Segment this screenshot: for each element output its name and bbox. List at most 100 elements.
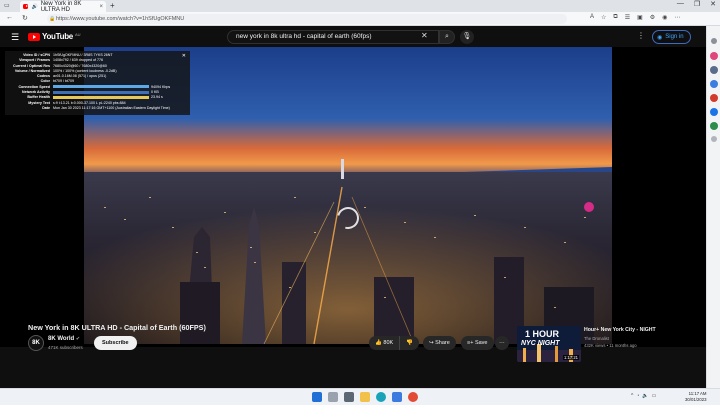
thumbs-up-icon: 👍 (375, 340, 382, 346)
read-aloud-icon[interactable]: A (590, 14, 594, 21)
wifi-icon[interactable]: ◔ (636, 393, 639, 399)
connection-speed-bar (53, 85, 149, 89)
taskbar-clock[interactable]: 11:17 AM 30/01/2023 (685, 391, 707, 403)
like-button[interactable]: 👍 80K (369, 336, 401, 350)
collections-icon[interactable]: ▣ (637, 14, 643, 21)
more-actions-icon[interactable]: ⋯ (495, 336, 509, 350)
system-tray: ^ ◔ 🔈 ▭ (631, 393, 656, 399)
logo-text: YouTube (42, 32, 73, 41)
tools-icon[interactable] (710, 66, 718, 74)
channel-avatar[interactable]: 8K (28, 335, 44, 351)
subscribe-button[interactable]: Subscribe (94, 336, 137, 350)
new-tab-button[interactable]: + (110, 1, 115, 10)
add-sidebar-icon[interactable] (711, 136, 717, 142)
recommended-channel[interactable]: The Dronalist (584, 336, 609, 341)
like-dislike-group: 👍 80K 👎 (369, 336, 420, 350)
search-taskbar-icon[interactable] (328, 392, 338, 402)
voice-search-button[interactable]: 🎙 (460, 30, 474, 44)
maximize-button[interactable]: ❐ (694, 0, 700, 8)
hamburger-menu-icon[interactable]: ☰ (11, 32, 19, 43)
clear-search-icon[interactable]: ✕ (421, 31, 428, 40)
drop-icon[interactable] (710, 122, 718, 130)
search-icon: ⌕ (445, 33, 449, 40)
extensions-icon[interactable]: ⧉ (613, 14, 617, 21)
favorites-icon[interactable]: ☰ (625, 14, 630, 21)
video-player[interactable]: ✕ Video ID / sCPN 1hSfUgOKFMNU / 3R8S 7YK… (0, 47, 706, 347)
lock-icon[interactable]: 🔒 (49, 14, 55, 24)
save-icon: ≡+ (467, 340, 474, 346)
volume-icon[interactable]: 🔈 (642, 393, 648, 399)
recommended-meta: 432K views • 11 months ago (584, 343, 637, 348)
sign-in-button[interactable]: ◉ Sign in (652, 30, 691, 44)
favorite-star-icon[interactable]: ☆ (601, 14, 606, 21)
speaker-icon[interactable]: 🔊 (31, 4, 37, 10)
logo-country: AU (74, 32, 81, 37)
thumb-line1: 1 HOUR (525, 329, 560, 339)
tab-close-icon[interactable]: × (99, 4, 103, 10)
shopping-icon[interactable] (710, 52, 718, 60)
windows-taskbar: ^ ◔ 🔈 ▭ 11:17 AM 30/01/2023 (0, 388, 720, 405)
outlook-icon[interactable] (710, 108, 718, 116)
url-bar[interactable]: 🔒 https://www.youtube.com/watch?v=1hSfUg… (47, 14, 567, 24)
tray-overflow-icon[interactable]: ^ (631, 393, 633, 399)
subscriber-count: 471K subscribers (48, 345, 83, 350)
youtube-play-icon (28, 32, 40, 41)
verified-icon: ✔ (75, 336, 81, 342)
buffer-health-bar (53, 95, 149, 99)
settings-icon[interactable]: ⚙ (650, 14, 655, 21)
video-duration: 1:17:21 (563, 355, 579, 360)
browser-tab-bar: ▭ 🔊 New York in 8K ULTRA HD × + — ❐ ✕ (0, 0, 720, 13)
youtube-favicon-icon (23, 4, 29, 9)
stats-row: Date Mon Jan 30 2023 11:17:16 GMT+1100 (A… (42, 105, 170, 110)
browser-menu-icon[interactable]: ⋯ (674, 14, 680, 21)
browser-toolbar: A ☆ ⧉ ☰ ▣ ⚙ ◉ ⋯ (590, 14, 680, 21)
url-text: https://www.youtube.com/watch?v=1hSfUgOK… (56, 16, 185, 22)
battery-icon[interactable]: ▭ (652, 393, 657, 399)
edge-sidebar (706, 26, 720, 388)
close-stats-icon[interactable]: ✕ (182, 53, 186, 59)
sign-in-label: Sign in (665, 34, 684, 40)
search-sidebar-icon[interactable] (711, 38, 717, 44)
search-button[interactable]: ⌕ (439, 30, 455, 44)
nav-buttons: ← ↻ (6, 14, 28, 22)
mic-icon: 🎙 (462, 33, 472, 40)
minimize-button[interactable]: — (677, 0, 684, 8)
network-activity-bar (53, 90, 149, 94)
dislike-button[interactable]: 👎 (400, 336, 419, 350)
recommended-title[interactable]: Hour+ New York City - NIGHT (584, 327, 656, 333)
file-explorer-icon[interactable] (360, 392, 370, 402)
close-window-button[interactable]: ✕ (710, 0, 716, 8)
workspaces-icon[interactable]: ▭ (4, 2, 10, 9)
profile-icon[interactable]: ◉ (662, 14, 667, 21)
youtube-page: ☰ YouTube AU new york in 8k ultra hd - c… (0, 27, 706, 388)
channel-name[interactable]: 8K World ✔ (48, 336, 80, 342)
youtube-header: ☰ YouTube AU new york in 8k ultra hd - c… (0, 27, 706, 47)
edge-icon[interactable] (376, 392, 386, 402)
tab-title: New York in 8K ULTRA HD (40, 0, 82, 13)
store-icon[interactable] (392, 392, 402, 402)
more-options-icon[interactable]: ⋮ (637, 31, 645, 40)
clock-date: 30/01/2023 (685, 397, 707, 402)
address-bar-row: ← ↻ 🔒 https://www.youtube.com/watch?v=1h… (0, 12, 720, 26)
tab-actions: ▭ (4, 2, 10, 9)
video-title: New York in 8K ULTRA HD - Capital of Ear… (28, 323, 206, 332)
share-icon: ↪ (429, 340, 434, 346)
browser-tab[interactable]: 🔊 New York in 8K ULTRA HD × (20, 0, 106, 13)
youtube-logo[interactable]: YouTube AU (28, 32, 81, 41)
refresh-icon[interactable]: ↻ (22, 14, 28, 22)
share-button[interactable]: ↪ Share (423, 336, 456, 350)
task-view-icon[interactable] (344, 392, 354, 402)
start-icon[interactable] (312, 392, 322, 402)
taskbar-apps (312, 392, 418, 402)
thumb-line2: NYC NIGHT (521, 340, 560, 347)
office-icon[interactable] (710, 94, 718, 102)
account-icon: ◉ (657, 34, 663, 41)
back-icon[interactable]: ← (6, 14, 13, 22)
search-input[interactable]: new york in 8k ultra hd - capital of ear… (227, 30, 439, 44)
stats-for-nerds-panel: ✕ Video ID / sCPN 1hSfUgOKFMNU / 3R8S 7YK… (5, 51, 190, 115)
chrome-icon[interactable] (408, 392, 418, 402)
window-controls: — ❐ ✕ (677, 0, 716, 8)
games-icon[interactable] (710, 80, 718, 88)
save-button[interactable]: ≡+ Save (461, 336, 494, 350)
recommended-thumbnail[interactable]: 1 HOUR NYC NIGHT 1:17:21 (517, 326, 581, 362)
